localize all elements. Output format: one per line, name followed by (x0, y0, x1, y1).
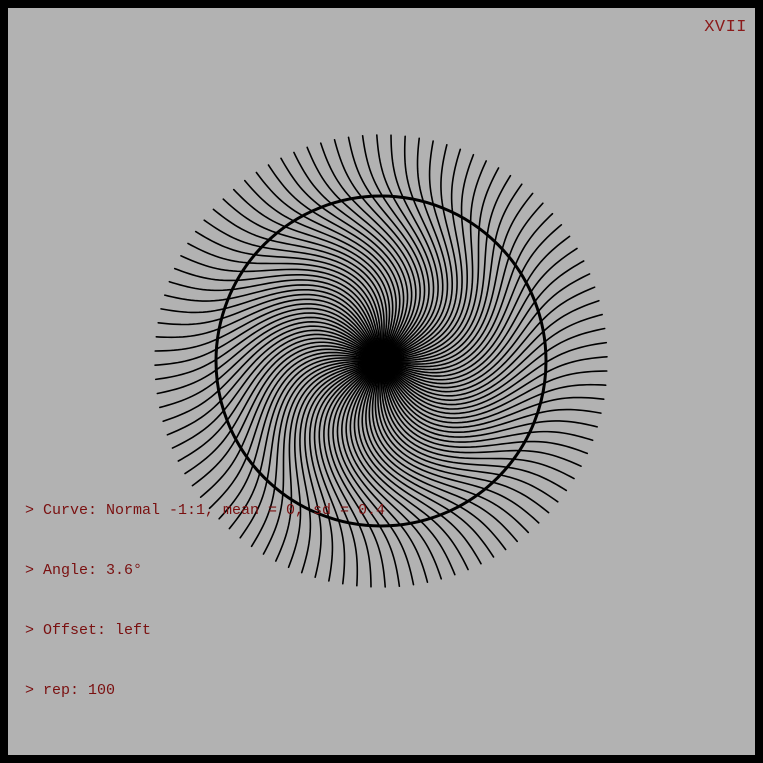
param-curve: > Curve: Normal -1:1, mean = 0, sd = 0.4 (25, 502, 386, 519)
frame: XVII > Curve: Normal -1:1, mean = 0, sd … (0, 0, 763, 763)
parameter-list: > Curve: Normal -1:1, mean = 0, sd = 0.4… (25, 461, 385, 741)
center-core (371, 351, 391, 371)
canvas: XVII > Curve: Normal -1:1, mean = 0, sd … (8, 8, 755, 755)
param-angle: > Angle: 3.6° (25, 562, 143, 579)
param-rep: > rep: 100 (25, 682, 116, 699)
param-offset: > Offset: left (25, 622, 152, 639)
